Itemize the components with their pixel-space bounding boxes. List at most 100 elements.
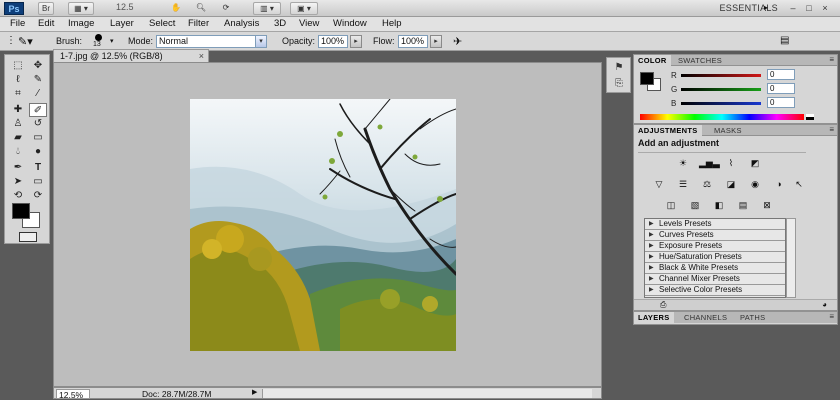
horizontal-scrollbar[interactable] [262, 389, 592, 398]
status-zoom-field[interactable]: 12.5% [56, 389, 90, 400]
menu-layer[interactable]: Layer [110, 18, 134, 29]
black-white-icon[interactable]: ◪ [722, 177, 740, 191]
menu-3d[interactable]: 3D [274, 18, 286, 29]
channel-r-value[interactable]: 0 [767, 69, 795, 80]
flow-slider-icon[interactable]: ▸ [430, 35, 442, 48]
document-tab[interactable]: 1-7.jpg @ 12.5% (RGB/8) × [53, 49, 209, 62]
menu-view[interactable]: View [299, 18, 319, 29]
color-spectrum-bar[interactable] [640, 114, 804, 120]
clip-to-layer-icon[interactable]: ⎙ [660, 300, 666, 310]
eyedropper-tool-icon[interactable]: ⁄ [29, 87, 47, 101]
tab-color[interactable]: COLOR [634, 55, 671, 66]
screen-mode-button[interactable]: ▣ ▾ [290, 2, 318, 15]
lasso-tool-icon[interactable]: ℓ [9, 73, 27, 87]
menu-analysis[interactable]: Analysis [224, 18, 259, 29]
clone-stamp-tool-icon[interactable]: ♙ [9, 117, 27, 131]
maximize-button[interactable]: □ [802, 2, 816, 14]
mode-dropdown-icon[interactable]: ▾ [255, 35, 267, 48]
channel-g-slider[interactable] [681, 88, 761, 91]
brightness-contrast-icon[interactable]: ☀ [674, 156, 692, 170]
menu-file[interactable]: File [10, 18, 25, 29]
panel-menu-icon[interactable]: ≡ [829, 125, 834, 135]
minimize-button[interactable]: – [786, 2, 800, 14]
gradient-tool-icon[interactable]: ▭ [29, 131, 47, 145]
opacity-slider-icon[interactable]: ▸ [350, 35, 362, 48]
hue-saturation-icon[interactable]: ☰ [674, 177, 692, 191]
bridge-button[interactable]: Br [38, 2, 54, 15]
rotate-view-button[interactable]: ⟳ [218, 2, 234, 15]
history-brush-tool-icon[interactable]: ↺ [29, 117, 47, 131]
tab-swatches[interactable]: SWATCHES [674, 55, 726, 66]
panel-menu-icon[interactable]: ≡ [829, 55, 834, 65]
workspace-switcher[interactable]: ESSENTIALS [719, 3, 778, 13]
channel-b-value[interactable]: 0 [767, 97, 795, 108]
blur-tool-icon[interactable]: 💧︎ [9, 145, 27, 159]
presets-scrollbar[interactable] [786, 218, 796, 298]
color-foreground-swatch[interactable] [640, 72, 654, 85]
tab-masks[interactable]: MASKS [710, 125, 746, 136]
eraser-tool-icon[interactable]: ▰ [9, 131, 27, 145]
zoom-tool-button[interactable]: 🔍︎ [193, 2, 209, 15]
tab-layers[interactable]: LAYERS [634, 312, 674, 323]
posterize-icon[interactable]: ▧ [686, 198, 704, 212]
history-panel-icon[interactable]: ⚑ [611, 61, 627, 75]
invert-icon[interactable]: ◫ [662, 198, 680, 212]
healing-brush-tool-icon[interactable]: ✚ [9, 103, 27, 117]
tab-channels[interactable]: CHANNELS [680, 312, 731, 323]
brush-dropdown-icon[interactable]: ▾ [110, 37, 114, 45]
dodge-tool-icon[interactable]: ● [29, 145, 47, 159]
list-item[interactable]: Channel Mixer Presets [645, 274, 785, 285]
gradient-map-icon[interactable]: ▤ [734, 198, 752, 212]
tab-adjustments[interactable]: ADJUSTMENTS [634, 125, 702, 136]
channel-mixer-icon[interactable]: ◑ [770, 177, 788, 191]
path-selection-tool-icon[interactable]: ➤ [9, 175, 27, 189]
vibrance-icon[interactable]: ▽ [650, 177, 668, 191]
visibility-icon[interactable]: ◕ [822, 300, 827, 309]
flow-field[interactable]: 100% [398, 35, 428, 48]
pen-tool-icon[interactable]: ✒ [9, 161, 27, 175]
airbrush-icon[interactable]: ✈ [453, 35, 462, 48]
move-tool-icon[interactable]: ✥ [29, 59, 47, 73]
color-balance-icon[interactable]: ⚖ [698, 177, 716, 191]
3d-rotate-tool-icon[interactable]: ⟲ [9, 189, 27, 203]
quick-selection-tool-icon[interactable]: ✎ [29, 73, 47, 87]
zoom-level[interactable]: 12.5 [116, 2, 134, 12]
marquee-tool-icon[interactable]: ⬚ [9, 59, 27, 73]
menu-edit[interactable]: Edit [38, 18, 54, 29]
list-item[interactable]: Black & White Presets [645, 263, 785, 274]
close-button[interactable]: × [818, 2, 832, 14]
panel-menu-icon[interactable]: ≡ [829, 312, 834, 322]
brush-tool-icon[interactable]: ✐ [29, 103, 47, 117]
foreground-color-swatch[interactable] [12, 203, 30, 219]
status-menu-icon[interactable]: ▶ [252, 388, 257, 398]
menu-image[interactable]: Image [68, 18, 94, 29]
list-item[interactable]: Selective Color Presets [645, 285, 785, 296]
list-item[interactable]: Curves Presets [645, 230, 785, 241]
selective-color-icon[interactable]: ⊠ [758, 198, 776, 212]
quick-mask-button[interactable] [19, 232, 37, 242]
threshold-icon[interactable]: ◧ [710, 198, 728, 212]
exposure-icon[interactable]: ◩ [746, 156, 764, 170]
menu-window[interactable]: Window [333, 18, 367, 29]
hand-tool-button[interactable]: ✋ [168, 2, 184, 15]
3d-orbit-tool-icon[interactable]: ⟳ [29, 189, 47, 203]
close-icon[interactable]: × [199, 50, 204, 62]
channel-g-value[interactable]: 0 [767, 83, 795, 94]
menu-help[interactable]: Help [382, 18, 402, 29]
workspace-dropdown-icon[interactable]: ▸ [764, 3, 768, 12]
list-item[interactable]: Levels Presets [645, 219, 785, 230]
menu-select[interactable]: Select [149, 18, 175, 29]
crop-tool-icon[interactable]: ⌗ [9, 87, 27, 101]
curves-icon[interactable]: ⌇ [722, 156, 740, 170]
layer-comps-panel-icon[interactable]: ⎘ [611, 77, 627, 91]
channel-b-slider[interactable] [681, 102, 761, 105]
shape-tool-icon[interactable]: ▭ [29, 175, 47, 189]
brush-tool-preset-icon[interactable]: ✎▾ [18, 35, 33, 48]
black-white-ramp[interactable] [806, 114, 814, 120]
canvas-area[interactable] [53, 62, 602, 387]
panel-toggle-icon[interactable]: ▤ [780, 35, 789, 46]
opacity-field[interactable]: 100% [318, 35, 348, 48]
list-item[interactable]: Hue/Saturation Presets [645, 252, 785, 263]
type-tool-icon[interactable]: T [29, 161, 47, 175]
mode-select[interactable]: Normal [156, 35, 256, 48]
